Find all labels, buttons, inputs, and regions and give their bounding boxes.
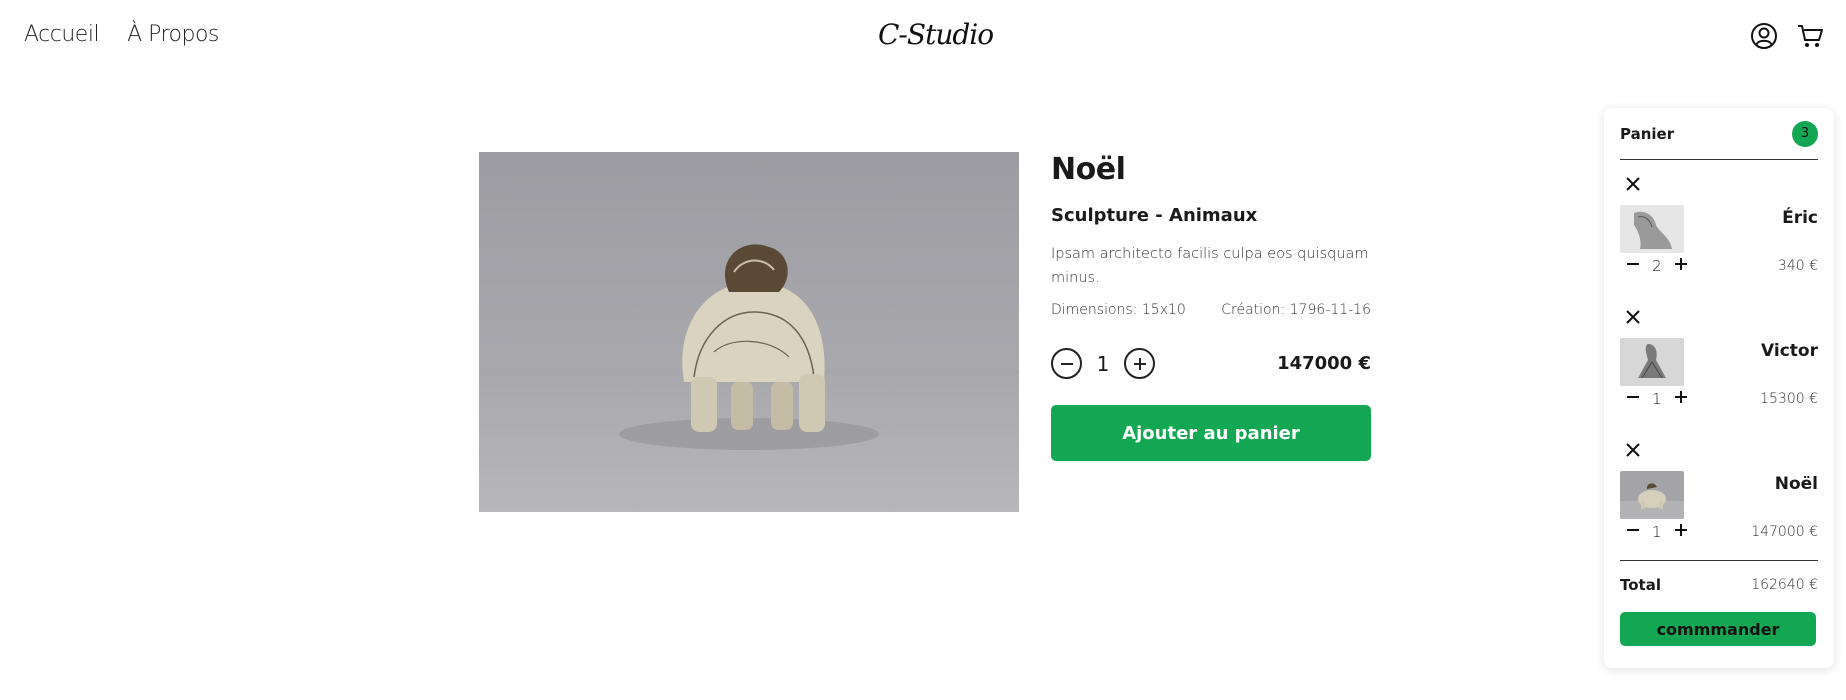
cart-total-label: Total: [1620, 575, 1661, 594]
increase-quantity-button[interactable]: [1124, 348, 1155, 379]
minus-icon[interactable]: [1626, 522, 1640, 541]
decrease-quantity-button[interactable]: [1051, 348, 1082, 379]
nav-home-link[interactable]: Accueil: [24, 22, 100, 47]
remove-item-icon[interactable]: [1626, 309, 1640, 328]
cart-item: Noël 1 147000 €: [1620, 426, 1818, 559]
cart-item: Victor 1 15300 €: [1620, 293, 1818, 426]
product-price: 147000 €: [1277, 353, 1371, 374]
cart-item-quantity: 1: [1652, 389, 1662, 408]
cart-item-quantity: 1: [1652, 522, 1662, 541]
minus-icon[interactable]: [1626, 389, 1640, 408]
cart-total: Total 162640 €: [1620, 560, 1818, 608]
plus-icon[interactable]: [1674, 256, 1688, 275]
cart-title: Panier: [1620, 124, 1675, 143]
cart-item-thumbnail: [1620, 205, 1684, 253]
quantity-value: 1: [1096, 351, 1110, 376]
brand-logo[interactable]: C-Studio: [878, 18, 994, 51]
quantity-row: 1 147000 €: [1051, 348, 1371, 379]
header-actions: [1750, 22, 1824, 50]
product-title: Noël: [1051, 152, 1126, 187]
minus-icon[interactable]: [1626, 256, 1640, 275]
product-meta: Dimensions: 15x10 Création: 1796-11-16: [1051, 302, 1371, 318]
main-nav: Accueil À Propos: [24, 22, 219, 47]
cart-item-price: 15300 €: [1760, 391, 1818, 407]
cart-item-price: 147000 €: [1751, 524, 1818, 540]
cart-panel: Panier 3 Éric 2 340 € Victor 1 15300 € N…: [1604, 108, 1834, 668]
cart-item: Éric 2 340 €: [1620, 160, 1818, 293]
plus-icon: [1133, 357, 1146, 370]
remove-item-icon[interactable]: [1626, 442, 1640, 461]
product-image: [479, 152, 1019, 512]
user-icon[interactable]: [1750, 22, 1778, 50]
remove-item-icon[interactable]: [1626, 176, 1640, 195]
cart-item-name: Éric: [1782, 208, 1818, 228]
order-button[interactable]: commmander: [1620, 612, 1816, 646]
nav-about-link[interactable]: À Propos: [127, 22, 219, 47]
add-to-cart-button[interactable]: Ajouter au panier: [1051, 405, 1371, 461]
product-info: Noël Sculpture - Animaux Ipsam architect…: [1051, 152, 1371, 461]
product-creation-date: Création: 1796-11-16: [1221, 302, 1371, 318]
cart-icon[interactable]: [1796, 22, 1824, 50]
cart-item-name: Noël: [1774, 474, 1818, 494]
cart-item-name: Victor: [1761, 341, 1818, 361]
cart-item-thumbnail: [1620, 471, 1684, 519]
cart-total-value: 162640 €: [1751, 576, 1818, 593]
cart-item-price: 340 €: [1777, 258, 1818, 274]
cart-item-quantity: 2: [1652, 256, 1662, 275]
cart-item-quantity-stepper: 1: [1626, 522, 1688, 541]
cart-item-thumbnail: [1620, 338, 1684, 386]
plus-icon[interactable]: [1674, 522, 1688, 541]
cart-item-quantity-stepper: 1: [1626, 389, 1688, 408]
cart-header: Panier 3: [1620, 108, 1818, 160]
product-description: Ipsam architecto facilis culpa eos quisq…: [1051, 246, 1369, 286]
product-category: Sculpture - Animaux: [1051, 205, 1258, 226]
cart-item-quantity-stepper: 2: [1626, 256, 1688, 275]
cart-count-badge: 3: [1792, 120, 1818, 147]
plus-icon[interactable]: [1674, 389, 1688, 408]
quantity-stepper: 1: [1051, 348, 1155, 379]
product-dimensions: Dimensions: 15x10: [1051, 302, 1186, 318]
minus-icon: [1060, 362, 1073, 365]
